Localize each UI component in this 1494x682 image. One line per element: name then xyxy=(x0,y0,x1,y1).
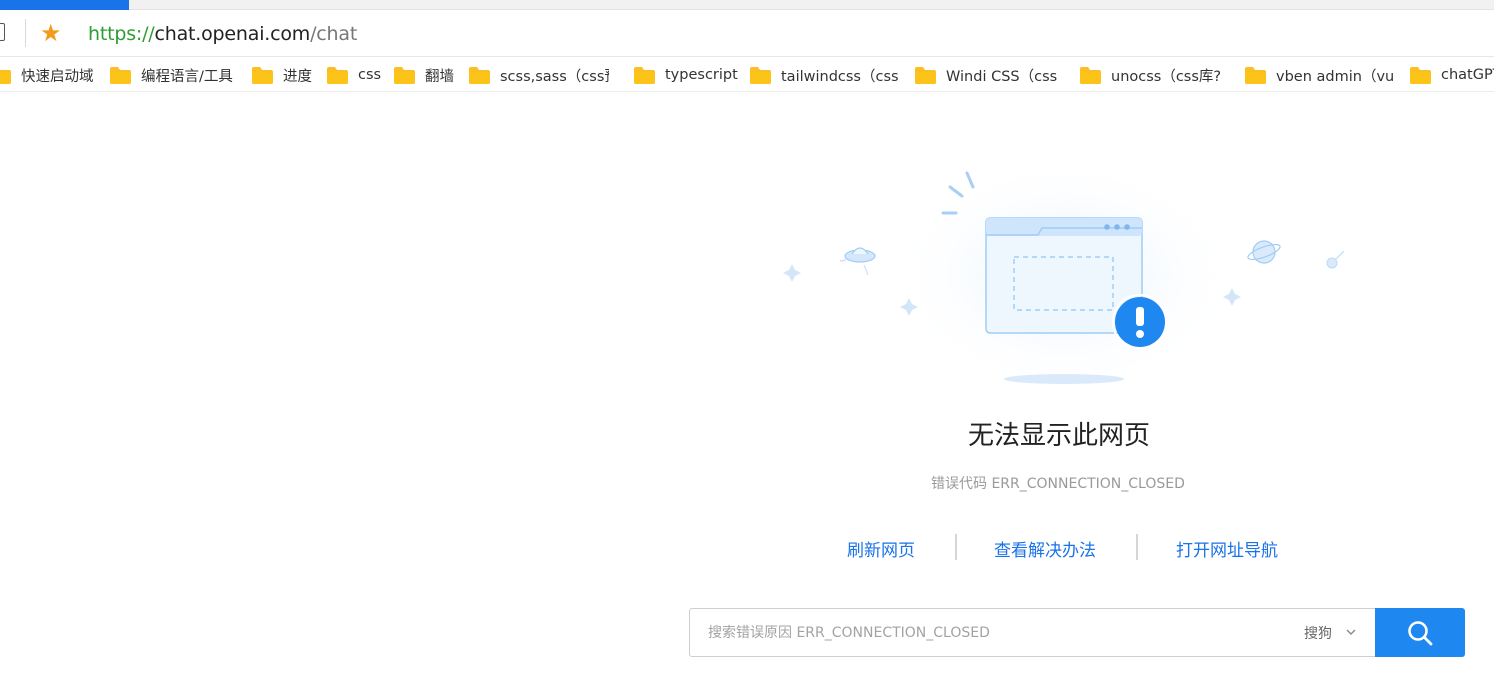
bookmarks-bar: 快速启动域 编程语言/工具 进度 css 翻墙 scss,sass（css预 typescr… xyxy=(0,58,1494,92)
folder-icon xyxy=(327,66,348,84)
search-button[interactable] xyxy=(1375,608,1465,657)
bookmark-label: Windi CSS（css xyxy=(946,68,1058,85)
bookmark-label: 编程语言/工具 xyxy=(141,68,233,85)
bookmark-folder[interactable]: vben admin（vu xyxy=(1245,58,1395,92)
folder-icon xyxy=(750,66,771,84)
url-path: /chat xyxy=(310,23,358,45)
star-icon[interactable]: ★ xyxy=(40,20,62,46)
error-search-box: 搜狗 xyxy=(689,608,1465,657)
bookmark-folder[interactable]: chatGPT xyxy=(1410,58,1494,92)
error-actions: 刷新网页 查看解决办法 打开网址导航 xyxy=(0,532,1494,562)
loading-progress-bar xyxy=(0,0,129,10)
folder-icon xyxy=(110,66,131,84)
folder-icon xyxy=(1245,66,1266,84)
bookmark-label: tailwindcss（css xyxy=(781,68,899,85)
bookmark-folder[interactable]: scss,sass（css预 xyxy=(469,58,609,92)
folder-icon xyxy=(252,66,273,84)
folder-icon xyxy=(0,67,11,84)
folder-icon xyxy=(915,66,936,84)
bookmark-folder[interactable]: typescript xyxy=(634,58,738,92)
bookmark-folder[interactable]: Windi CSS（css xyxy=(915,58,1067,92)
link-divider xyxy=(1136,534,1138,560)
url-host: chat.openai.com xyxy=(154,23,311,45)
open-nav-link[interactable]: 打开网址导航 xyxy=(1176,536,1278,561)
bookmark-folder[interactable]: css xyxy=(327,58,382,92)
address-bar: ★ https://chat.openai.com/chat xyxy=(0,10,1494,57)
search-engine-select[interactable]: 搜狗 xyxy=(1304,623,1332,643)
folder-icon xyxy=(469,66,490,84)
bookmark-label: scss,sass（css预 xyxy=(500,68,609,85)
url-field[interactable]: https://chat.openai.com/chat xyxy=(88,23,357,45)
bookmark-folder[interactable]: 编程语言/工具 xyxy=(110,58,240,92)
bookmark-label: chatGPT xyxy=(1441,67,1494,83)
bookmark-label: 翻墙 xyxy=(425,68,454,85)
refresh-link[interactable]: 刷新网页 xyxy=(847,536,915,561)
bookmark-folder[interactable]: 翻墙 xyxy=(394,58,456,92)
folder-icon xyxy=(1080,66,1101,84)
link-divider xyxy=(955,534,957,560)
bookmark-folder[interactable]: unocss（css库? xyxy=(1080,58,1228,92)
bookmark-folder[interactable]: 进度 xyxy=(252,58,314,92)
bookmark-folder[interactable]: tailwindcss（css xyxy=(750,58,902,92)
bookmark-label: vben admin（vu xyxy=(1276,68,1395,85)
bookmark-label: unocss（css库? xyxy=(1111,68,1222,85)
search-icon xyxy=(1408,620,1433,645)
view-solutions-link[interactable]: 查看解决办法 xyxy=(994,536,1096,561)
folder-icon xyxy=(394,66,415,84)
bookmark-folder[interactable]: 快速启动域 xyxy=(0,58,95,92)
folder-icon xyxy=(634,66,655,84)
bookmark-label: css xyxy=(358,67,382,83)
search-input[interactable] xyxy=(708,609,1268,656)
error-illustration xyxy=(783,165,1345,395)
tab-strip xyxy=(0,0,1494,10)
chevron-down-icon[interactable] xyxy=(1345,626,1357,638)
bookmark-label: 快速启动域 xyxy=(21,68,94,85)
url-scheme: https:// xyxy=(88,23,155,45)
error-title: 无法显示此网页 xyxy=(968,421,1151,451)
bookmark-label: typescript xyxy=(665,67,738,83)
bookmark-label: 进度 xyxy=(283,68,312,85)
divider xyxy=(25,19,26,47)
page-icon[interactable] xyxy=(0,23,5,41)
folder-icon xyxy=(1410,66,1431,84)
error-code: 错误代码 ERR_CONNECTION_CLOSED xyxy=(931,476,1185,492)
